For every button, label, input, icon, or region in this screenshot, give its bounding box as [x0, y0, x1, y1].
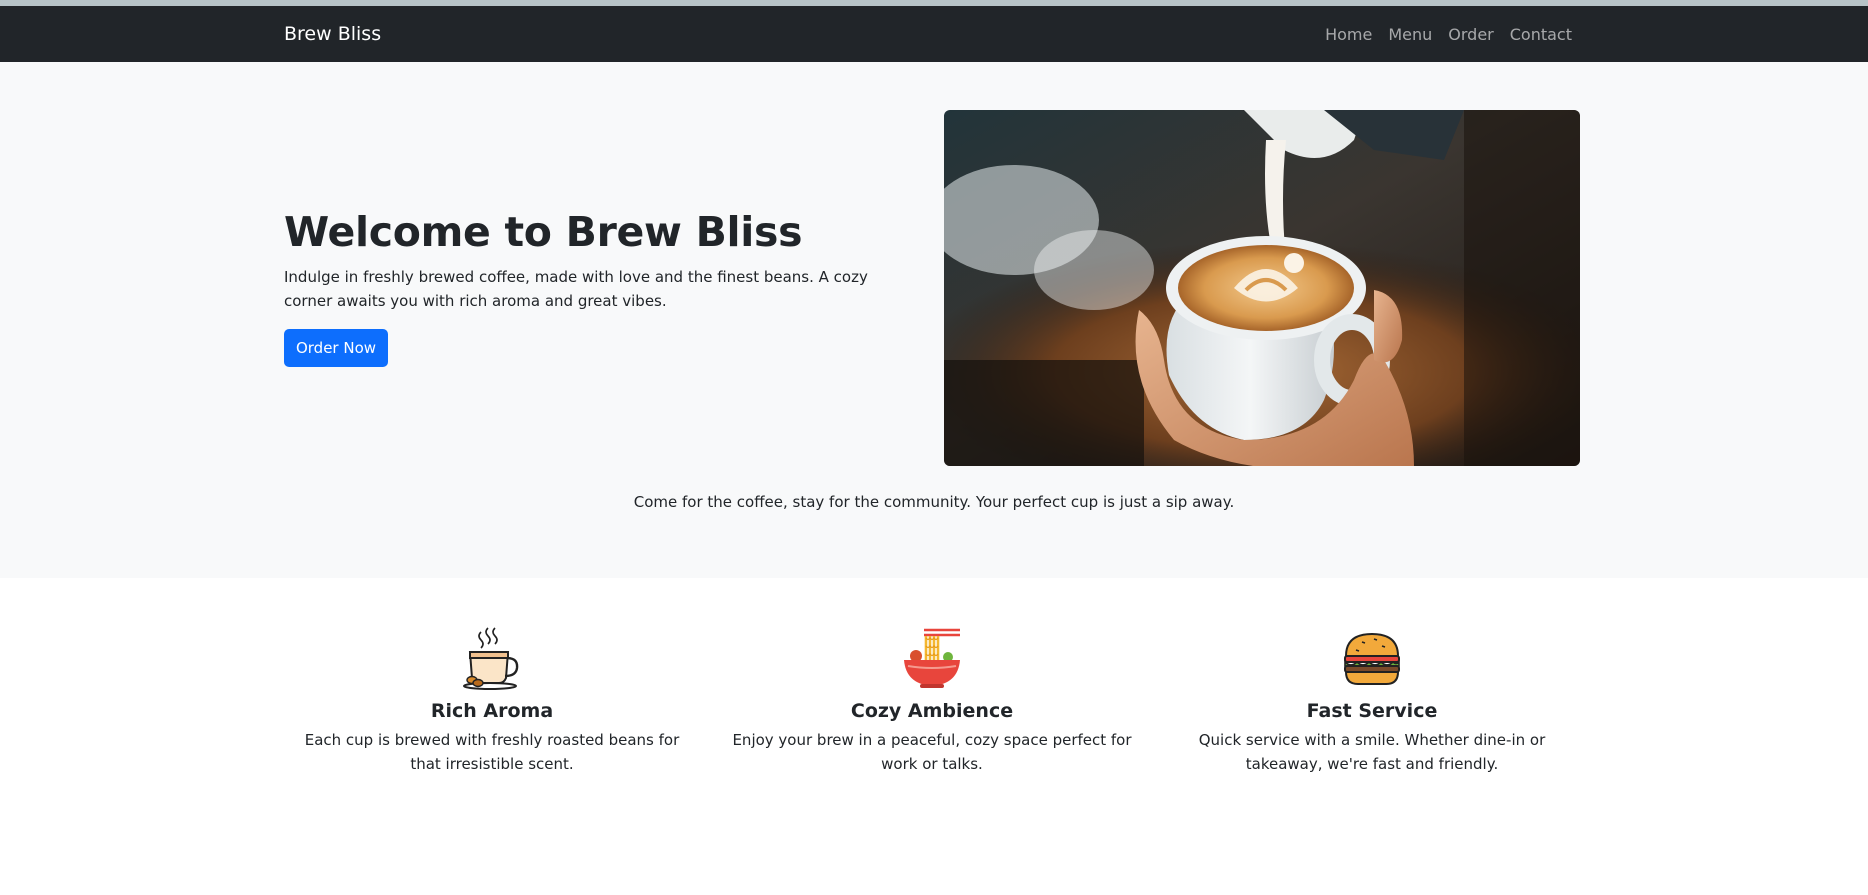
features-section: Rich Aroma Each cup is brewed with fresh…: [0, 578, 1868, 895]
burger-icon: [1344, 632, 1400, 685]
nav-link-contact[interactable]: Contact: [1510, 25, 1572, 44]
latte-art-photo: [944, 110, 1580, 466]
feature-title: Fast Service: [1306, 700, 1438, 722]
feature-title: Cozy Ambience: [850, 700, 1014, 722]
hero-text: Indulge in freshly brewed coffee, made w…: [284, 268, 868, 310]
nav-link-order[interactable]: Order: [1448, 25, 1493, 44]
feature-card: Rich Aroma Each cup is brewed with fresh…: [282, 626, 702, 776]
nav-link-menu[interactable]: Menu: [1388, 25, 1432, 44]
hero-image: [944, 110, 1580, 466]
feature-card: Fast Service Quick service with a smile.…: [1162, 626, 1582, 776]
hero-section: Welcome to Brew Bliss Indulge in freshly…: [0, 62, 1868, 578]
hero-caption: Come for the coffee, stay for the commun…: [633, 493, 1235, 511]
feature-text: Enjoy your brew in a peaceful, cozy spac…: [732, 731, 1132, 773]
navbar: Brew Bliss Home Menu Order Contact: [0, 6, 1868, 62]
brand-link[interactable]: Brew Bliss: [284, 6, 381, 62]
nav-link-home[interactable]: Home: [1325, 25, 1372, 44]
feature-card: Cozy Ambience Enjoy your brew in a peace…: [722, 626, 1142, 776]
feature-text: Each cup is brewed with freshly roasted …: [304, 731, 680, 773]
feature-title: Rich Aroma: [430, 700, 554, 722]
coffee-cup-icon: [463, 627, 519, 690]
nav-links: Home Menu Order Contact: [1309, 6, 1572, 62]
hero-title: Welcome to Brew Bliss: [284, 208, 803, 256]
order-now-button[interactable]: Order Now: [284, 329, 388, 367]
feature-text: Quick service with a smile. Whether dine…: [1198, 731, 1546, 773]
noodle-bowl-icon: [904, 628, 960, 688]
